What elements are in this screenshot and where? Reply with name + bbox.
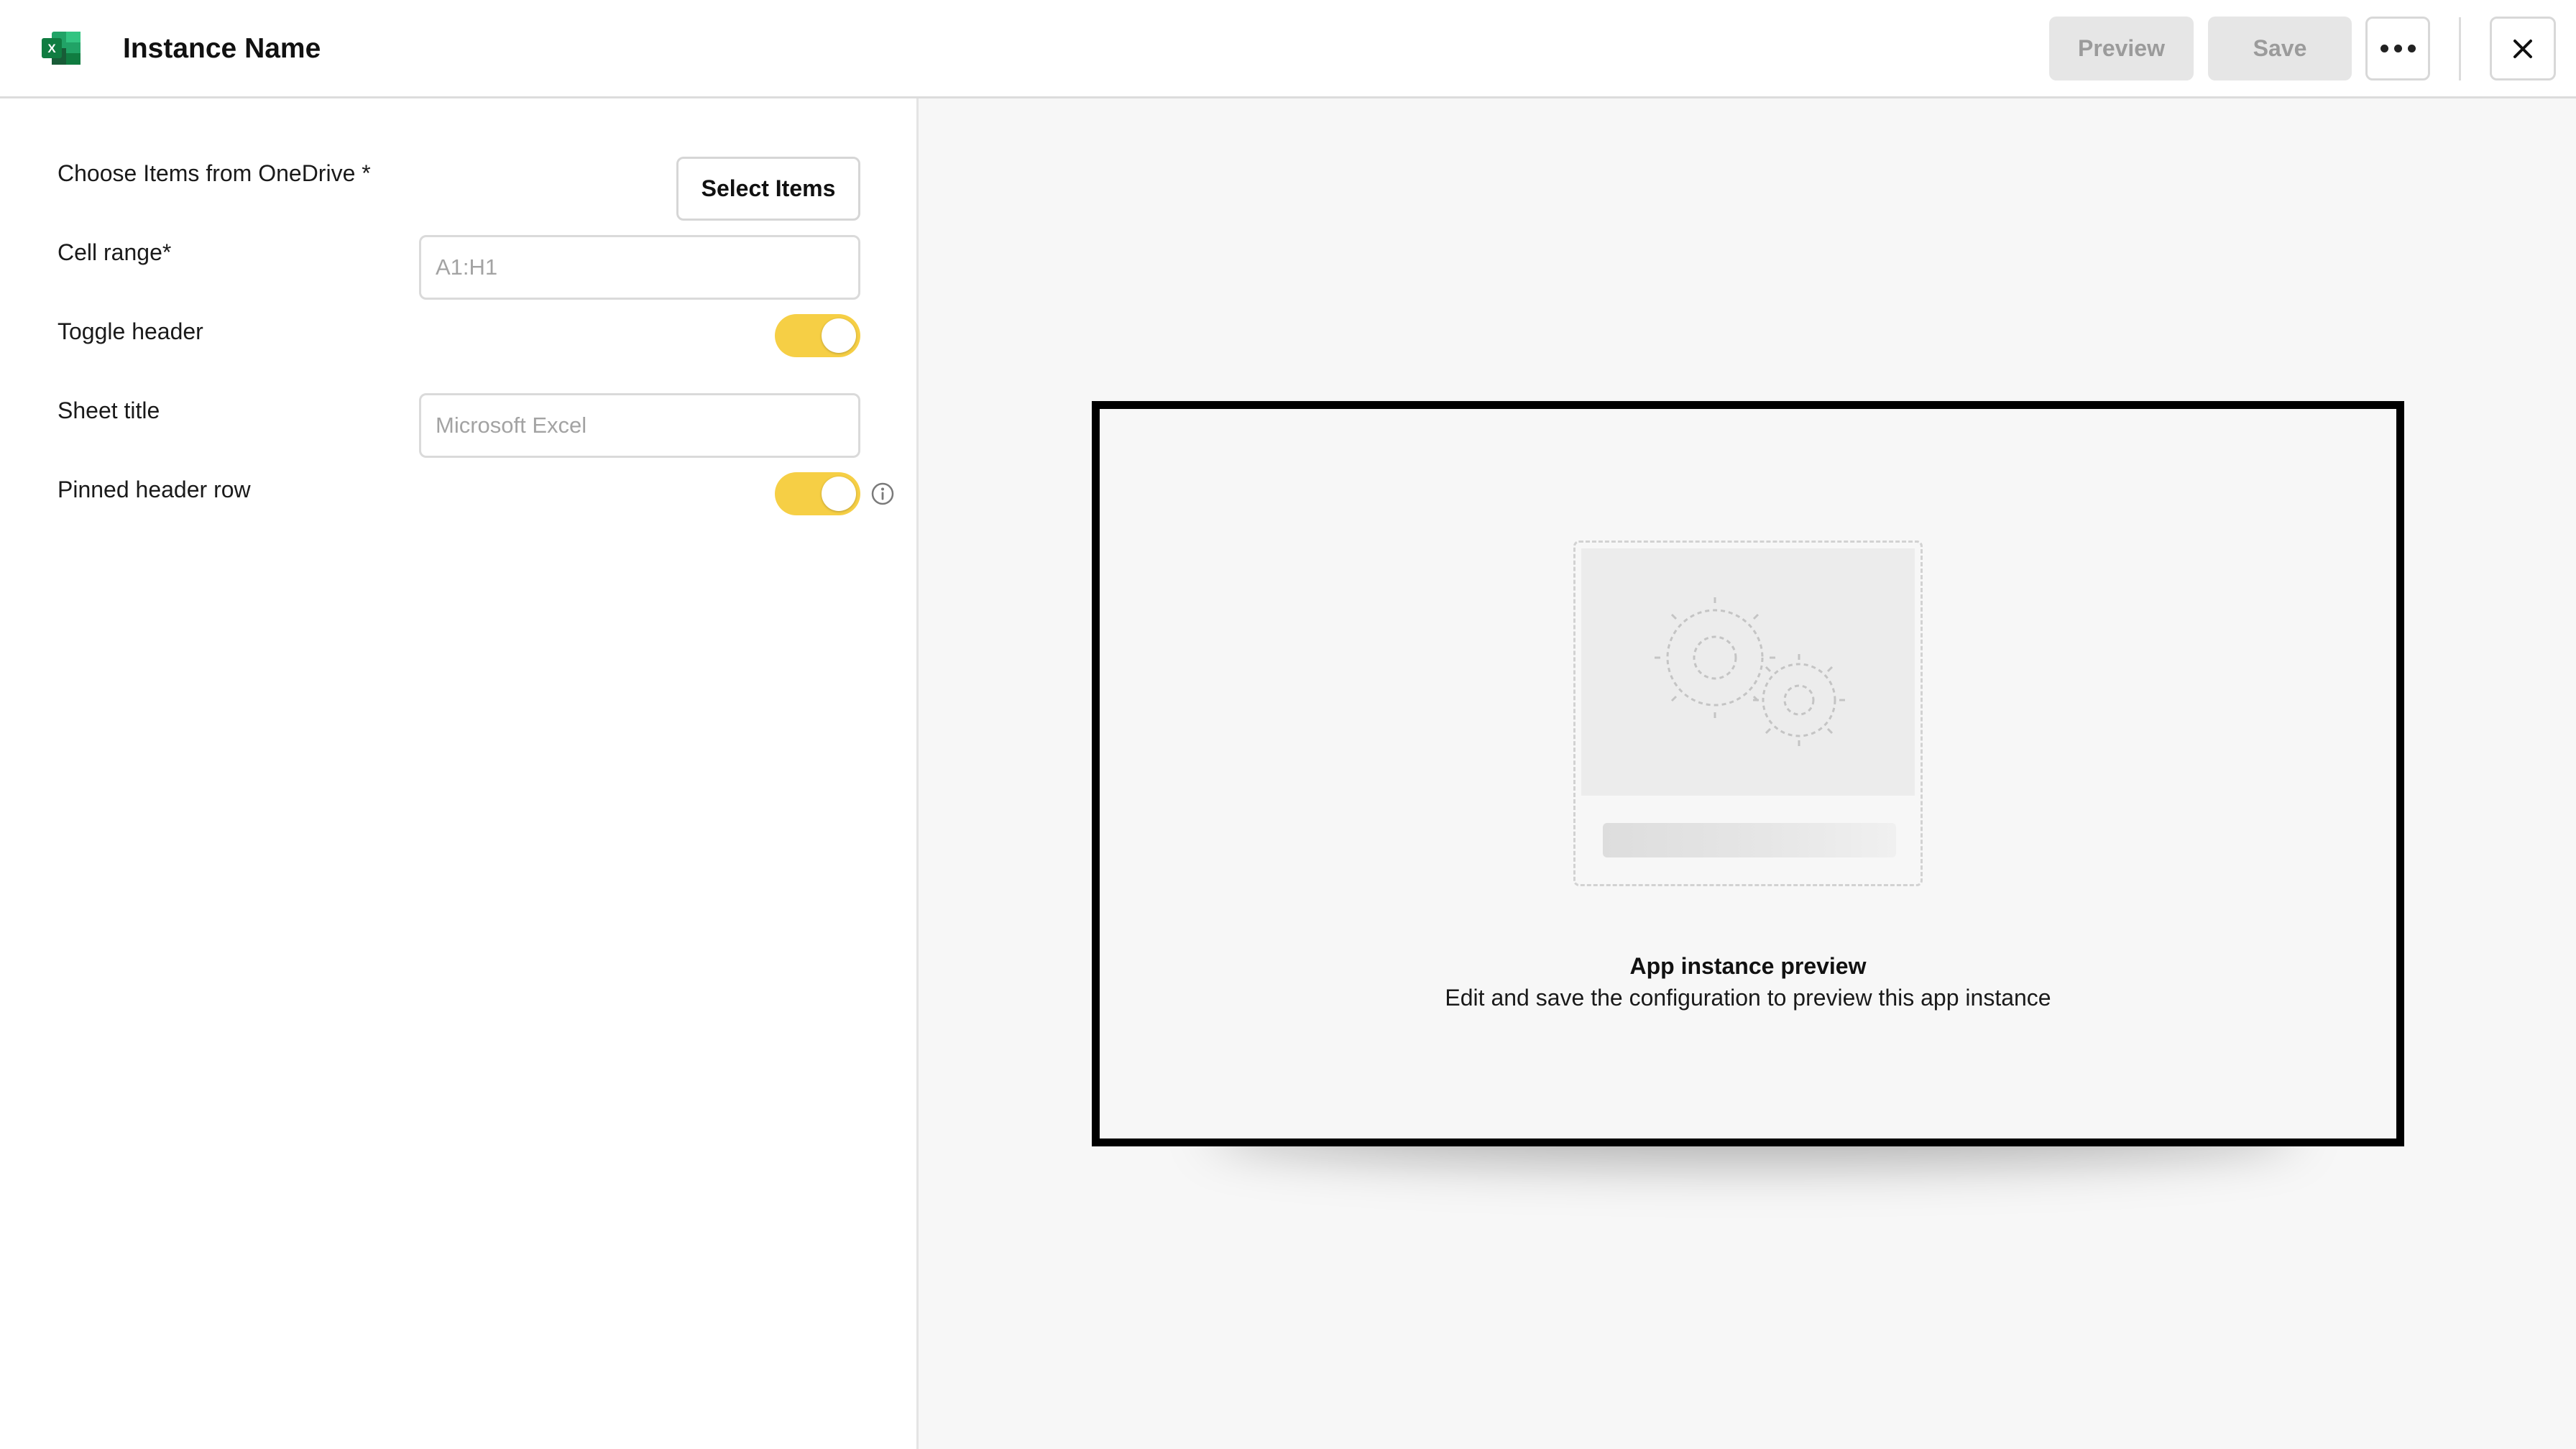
pinned-header-row-label: Pinned header row xyxy=(58,477,251,502)
onedrive-items-label: Choose Items from OneDrive * xyxy=(58,160,371,186)
close-icon xyxy=(2513,39,2532,58)
sheet-title-input[interactable] xyxy=(419,393,860,458)
preview-placeholder-card xyxy=(1573,540,1923,886)
placeholder-text-bar xyxy=(1603,823,1896,857)
toggle-knob xyxy=(822,318,856,353)
preview-button[interactable]: Preview xyxy=(2049,17,2194,80)
pinned-header-row-switch[interactable] xyxy=(775,472,860,515)
toggle-knob xyxy=(822,477,856,511)
placeholder-image xyxy=(1581,548,1915,796)
sheet-title-label: Sheet title xyxy=(58,397,160,423)
info-icon[interactable] xyxy=(870,482,895,506)
preview-title: App instance preview xyxy=(1629,953,1867,979)
toggle-header-switch[interactable] xyxy=(775,314,860,357)
configuration-panel xyxy=(0,98,919,1449)
svg-text:X: X xyxy=(47,42,56,55)
save-button[interactable]: Save xyxy=(2208,17,2352,80)
cell-range-label: Cell range* xyxy=(58,239,172,265)
gears-icon xyxy=(1655,597,1845,746)
preview-description: Edit and save the configuration to previ… xyxy=(1445,985,2051,1011)
microsoft-excel-icon: X xyxy=(42,32,80,65)
page-title: Instance Name xyxy=(123,33,321,64)
toggle-header-label: Toggle header xyxy=(58,318,203,344)
cell-range-input[interactable] xyxy=(419,235,860,300)
header-divider xyxy=(2459,17,2461,80)
more-options-button[interactable] xyxy=(2365,17,2430,80)
close-button[interactable] xyxy=(2490,17,2556,80)
top-bar: X Instance Name Preview Save xyxy=(0,0,2576,98)
select-items-button[interactable]: Select Items xyxy=(676,157,860,221)
more-horizontal-icon xyxy=(2380,45,2416,52)
